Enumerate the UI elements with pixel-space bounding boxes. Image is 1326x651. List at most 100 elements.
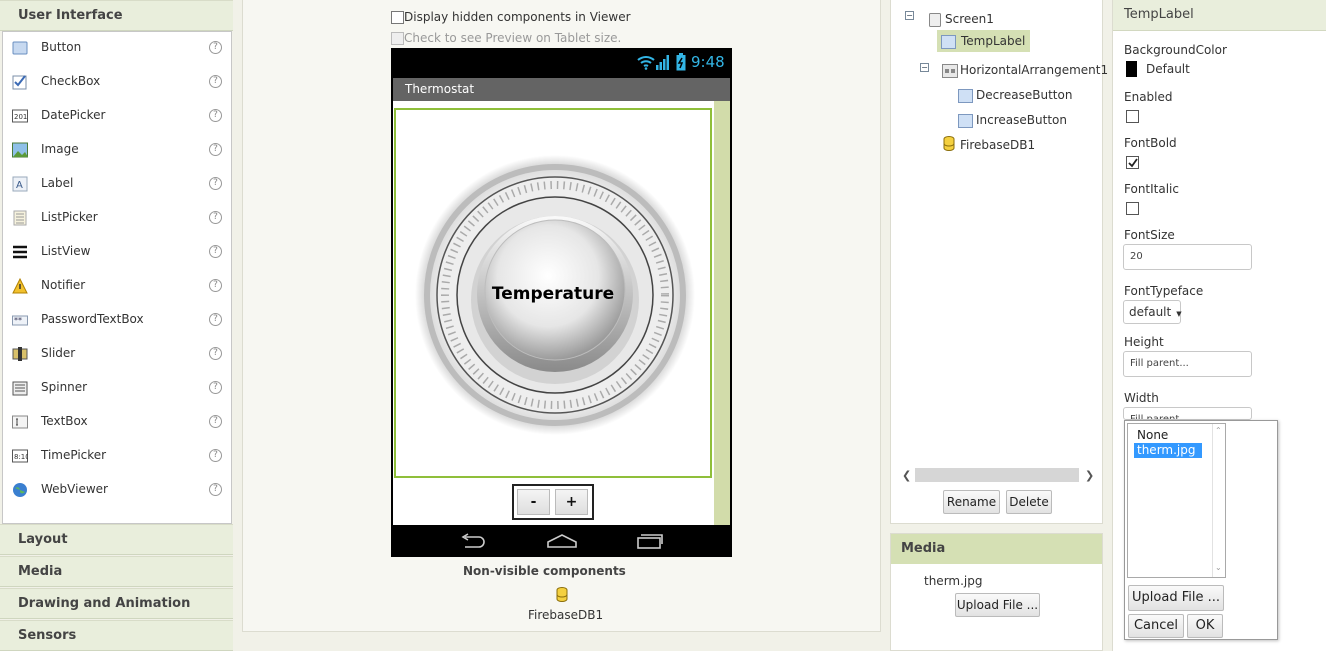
asset-option-therm[interactable]: therm.jpg — [1134, 443, 1202, 458]
help-icon[interactable]: ? — [209, 41, 222, 54]
checkmark-icon — [1128, 158, 1138, 168]
palette-item-image[interactable]: Image? — [3, 134, 231, 168]
palette-item-passwordtextbox[interactable]: ** PasswordTextBox? — [3, 304, 231, 338]
palette-section-sensors[interactable]: Sensors — [0, 620, 233, 651]
palette-section-media[interactable]: Media — [0, 556, 233, 587]
help-icon[interactable]: ? — [209, 143, 222, 156]
tree-scrollbar[interactable] — [915, 468, 1079, 482]
scroll-up-icon[interactable]: ⌃ — [1215, 426, 1222, 435]
home-icon — [547, 533, 577, 552]
decrease-button[interactable]: - — [517, 489, 550, 515]
palette-item-textbox[interactable]: TextBox? — [3, 406, 231, 440]
palette-item-datepicker[interactable]: 201 DatePicker? — [3, 100, 231, 134]
enabled-checkbox[interactable] — [1126, 110, 1139, 123]
display-hidden-checkbox[interactable] — [391, 11, 404, 24]
tree-label: Screen1 — [945, 12, 994, 26]
rename-button[interactable]: Rename — [943, 490, 1000, 514]
templabel-component[interactable]: Temperature — [394, 108, 712, 478]
scroll-down-icon[interactable]: ⌄ — [1215, 563, 1222, 572]
height-input[interactable]: Fill parent... — [1123, 351, 1252, 377]
prop-value-backgroundcolor[interactable]: Default — [1146, 62, 1190, 76]
fontitalic-checkbox[interactable] — [1126, 202, 1139, 215]
popup-ok-button[interactable]: OK — [1187, 614, 1223, 638]
nonvisible-firebase-label[interactable]: FirebaseDB1 — [528, 608, 603, 622]
tree-node-firebasedb1[interactable]: FirebaseDB1 — [943, 134, 1035, 156]
color-swatch[interactable] — [1126, 61, 1137, 77]
palette-item-notifier[interactable]: Notifier? — [3, 270, 231, 304]
tree-node-decreasebutton[interactable]: DecreaseButton — [958, 84, 1072, 106]
phone-screen: Temperature - + — [393, 101, 730, 525]
prop-label-height: Height — [1124, 335, 1164, 349]
palette-panel: User Interface Button? CheckBox? 201 DatePi… — [0, 0, 233, 651]
palette-item-listpicker[interactable]: ListPicker? — [3, 202, 231, 236]
svg-text:**: ** — [14, 316, 22, 325]
asset-option-none[interactable]: None — [1134, 428, 1171, 443]
asset-list[interactable]: None therm.jpg ⌃ ⌄ — [1127, 423, 1226, 578]
properties-title: TempLabel — [1113, 0, 1326, 31]
media-file-item[interactable]: therm.jpg — [924, 574, 983, 588]
phone-preview: 9:48 Thermostat Temperature - + — [391, 48, 732, 557]
help-icon[interactable]: ? — [209, 177, 222, 190]
tree-node-screen1[interactable]: Screen1 — [929, 8, 994, 30]
tablet-preview-checkbox[interactable] — [391, 32, 404, 45]
help-icon[interactable]: ? — [209, 211, 222, 224]
phone-scrollbar[interactable] — [714, 101, 730, 525]
fontbold-checkbox[interactable] — [1126, 156, 1139, 169]
timepicker-icon: 8:10 — [12, 449, 28, 463]
tree-label: IncreaseButton — [976, 113, 1067, 127]
fontsize-input[interactable]: 20 — [1123, 244, 1252, 270]
delete-button[interactable]: Delete — [1006, 490, 1052, 514]
palette-item-checkbox[interactable]: CheckBox? — [3, 66, 231, 100]
status-time: 9:48 — [691, 53, 725, 71]
button-icon — [958, 113, 973, 128]
palette-item-label: ListView — [41, 244, 91, 258]
help-icon[interactable]: ? — [209, 415, 222, 428]
palette-item-spinner[interactable]: Spinner? — [3, 372, 231, 406]
palette-section-drawing[interactable]: Drawing and Animation — [0, 588, 233, 619]
popup-upload-button[interactable]: Upload File ... — [1128, 585, 1224, 611]
palette-item-button[interactable]: Button? — [3, 32, 231, 66]
palette-item-label: Button — [41, 40, 82, 54]
palette-section-user-interface[interactable]: User Interface — [0, 0, 233, 31]
listpicker-icon — [13, 210, 27, 226]
media-upload-button[interactable]: Upload File ... — [955, 593, 1040, 617]
palette-item-label: Label — [41, 176, 74, 190]
fonttypeface-select[interactable]: default ▼ — [1123, 300, 1182, 324]
collapse-arrangement-toggle[interactable]: − — [920, 63, 929, 72]
palette-section-layout[interactable]: Layout — [0, 524, 233, 555]
palette-item-label[interactable]: A Label? — [3, 168, 231, 202]
horizontal-arrangement: - + — [512, 484, 594, 520]
tree-label: FirebaseDB1 — [960, 138, 1036, 152]
prop-label-backgroundcolor: BackgroundColor — [1124, 43, 1227, 57]
tree-label: HorizontalArrangement1 — [960, 63, 1109, 77]
help-icon[interactable]: ? — [209, 245, 222, 258]
popup-cancel-button[interactable]: Cancel — [1128, 614, 1184, 638]
prop-label-fontsize: FontSize — [1124, 228, 1175, 242]
display-hidden-toggle[interactable]: Display hidden components in Viewer — [391, 10, 631, 24]
help-icon[interactable]: ? — [209, 449, 222, 462]
asset-list-scrollbar[interactable]: ⌃ ⌄ — [1212, 424, 1225, 577]
palette-item-listview[interactable]: ListView? — [3, 236, 231, 270]
width-input[interactable]: Fill parent... — [1123, 407, 1252, 420]
palette-item-webviewer[interactable]: WebViewer? — [3, 474, 231, 508]
palette-item-label: PasswordTextBox — [41, 312, 144, 326]
section-title: User Interface — [18, 8, 123, 23]
section-title: Layout — [18, 532, 68, 547]
tree-node-templabel[interactable]: TempLabel — [937, 30, 1031, 52]
tree-node-increasebutton[interactable]: IncreaseButton — [958, 109, 1067, 131]
help-icon[interactable]: ? — [209, 347, 222, 360]
help-icon[interactable]: ? — [209, 279, 222, 292]
help-icon[interactable]: ? — [209, 313, 222, 326]
help-icon[interactable]: ? — [209, 109, 222, 122]
scroll-right-icon[interactable]: ❯ — [1085, 469, 1094, 482]
increase-button[interactable]: + — [555, 489, 588, 515]
help-icon[interactable]: ? — [209, 483, 222, 496]
tablet-preview-toggle[interactable]: Check to see Preview on Tablet size. — [391, 31, 621, 45]
scroll-left-icon[interactable]: ❮ — [902, 469, 911, 482]
palette-item-slider[interactable]: Slider? — [3, 338, 231, 372]
help-icon[interactable]: ? — [209, 75, 222, 88]
palette-item-timepicker[interactable]: 8:10 TimePicker? — [3, 440, 231, 474]
help-icon[interactable]: ? — [209, 381, 222, 394]
collapse-screen1-toggle[interactable]: − — [905, 11, 914, 20]
tree-node-horizontalarrangement1[interactable]: HorizontalArrangement1 — [942, 59, 1108, 81]
